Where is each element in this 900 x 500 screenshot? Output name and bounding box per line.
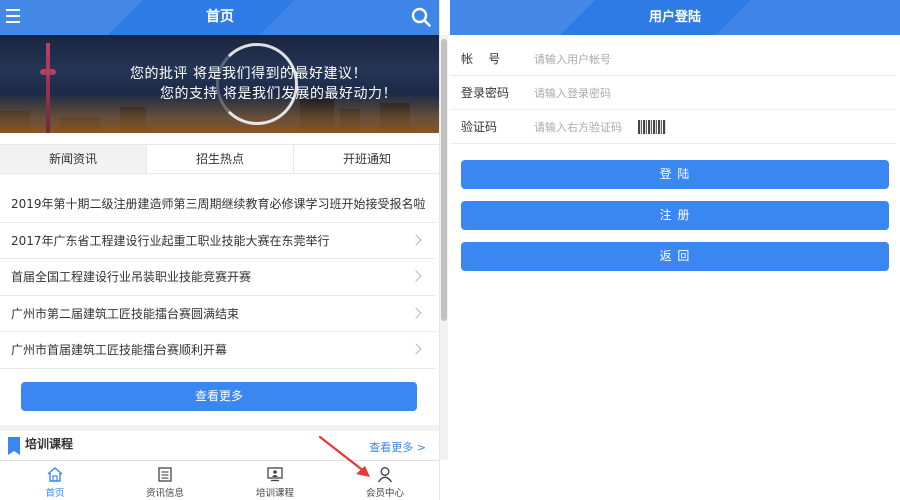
page-title: 首页 <box>206 9 234 25</box>
chevron-right-icon <box>410 306 422 319</box>
captcha-input[interactable] <box>534 115 634 139</box>
news-list: 2019年第十期二级注册建造师第三周期继续教育必修课学习班开始接受报名啦 201… <box>0 186 436 369</box>
chevron-right-icon <box>410 343 422 355</box>
password-input[interactable] <box>534 81 734 105</box>
account-input[interactable] <box>534 47 734 71</box>
captcha-row: 验证码 <box>450 110 896 144</box>
login-header: 用户登陆 <box>450 0 900 35</box>
tabbar-news[interactable]: 资讯信息 <box>110 461 220 500</box>
section-title: 培训课程 <box>25 437 74 451</box>
chevron-right-icon <box>410 233 422 246</box>
captcha-label: 验证码 <box>461 120 498 134</box>
tower-image <box>40 43 56 133</box>
back-button[interactable]: 返 回 <box>461 242 889 271</box>
tabbar-home[interactable]: 首页 <box>0 461 110 500</box>
account-row: 帐 号 <box>450 42 896 76</box>
banner[interactable]: 您的批评 将是我们得到的最好建议！ 您的支持 将是我们发展的最好动力！ <box>0 35 439 133</box>
scrollbar[interactable] <box>440 35 448 460</box>
news-title: 广州市首届建筑工匠技能擂台赛顺利开幕 <box>11 343 228 357</box>
user-icon <box>377 467 393 483</box>
account-label: 帐 号 <box>461 52 501 66</box>
login-form: 帐 号 登录密码 验证码 <box>450 42 896 144</box>
banner-slogan-1: 您的批评 将是我们得到的最好建议！ <box>130 66 367 82</box>
chevron-right-icon <box>410 270 422 282</box>
tabbar-label: 培训课程 <box>255 488 294 499</box>
search-icon[interactable] <box>410 6 432 28</box>
home-header: 首页 <box>0 0 439 35</box>
news-title: 2017年广东省工程建设行业起重工职业技能大赛在东莞举行 <box>11 233 330 248</box>
login-button[interactable]: 登 陆 <box>461 160 889 189</box>
bottom-tabbar: 首页 资讯信息 培训课程 会员中心 <box>0 460 439 500</box>
tab-news[interactable]: 新闻资讯 <box>0 145 147 173</box>
tabbar-label: 会员中心 <box>365 488 404 499</box>
list-item[interactable]: 广州市第二届建筑工匠技能擂台赛圆满结束 <box>0 296 436 332</box>
captcha-image[interactable] <box>638 120 666 134</box>
view-more-button[interactable]: 查看更多 <box>21 382 417 411</box>
tabbar-course[interactable]: 培训课程 <box>220 461 330 500</box>
list-item[interactable]: 广州市首届建筑工匠技能擂台赛顺利开幕 <box>0 332 436 369</box>
bookmark-icon <box>8 437 20 455</box>
banner-slogan-2: 您的支持 将是我们发展的最好动力！ <box>160 86 397 102</box>
scrollbar-thumb[interactable] <box>441 39 447 321</box>
news-icon <box>158 467 172 482</box>
login-screen: 用户登陆 帐 号 登录密码 验证码 登 陆 注 册 返 回 <box>450 0 900 500</box>
register-button[interactable]: 注 册 <box>461 201 889 230</box>
news-title: 广州市第二届建筑工匠技能擂台赛圆满结束 <box>11 306 240 321</box>
tab-enrollment[interactable]: 招生热点 <box>147 145 294 173</box>
list-item[interactable]: 2019年第十期二级注册建造师第三周期继续教育必修课学习班开始接受报名啦 <box>0 186 436 223</box>
news-title: 首届全国工程建设行业吊装职业技能竞赛开赛 <box>11 270 252 284</box>
course-section-header: 培训课程 查看更多 > <box>0 425 439 461</box>
tabbar-label: 首页 <box>45 488 65 499</box>
news-tabs: 新闻资讯 招生热点 开班通知 <box>0 144 439 174</box>
password-label: 登录密码 <box>461 86 510 100</box>
home-screen: 首页 您的批评 将是我们得到的最好建议！ 您的支持 将是我们发展的最好动力！ 新… <box>0 0 440 500</box>
list-item[interactable]: 2017年广东省工程建设行业起重工职业技能大赛在东莞举行 <box>0 223 436 259</box>
news-title: 2019年第十期二级注册建造师第三周期继续教育必修课学习班开始接受报名啦 <box>11 197 426 211</box>
tabbar-label: 资讯信息 <box>145 488 184 499</box>
tab-class-notice[interactable]: 开班通知 <box>294 145 439 173</box>
list-item[interactable]: 首届全国工程建设行业吊装职业技能竞赛开赛 <box>0 259 436 296</box>
course-icon <box>267 467 283 482</box>
home-icon <box>47 467 63 482</box>
tabbar-member[interactable]: 会员中心 <box>330 461 439 500</box>
page-title: 用户登陆 <box>648 10 701 25</box>
password-row: 登录密码 <box>450 76 896 110</box>
section-more-link[interactable]: 查看更多 > <box>369 439 426 455</box>
